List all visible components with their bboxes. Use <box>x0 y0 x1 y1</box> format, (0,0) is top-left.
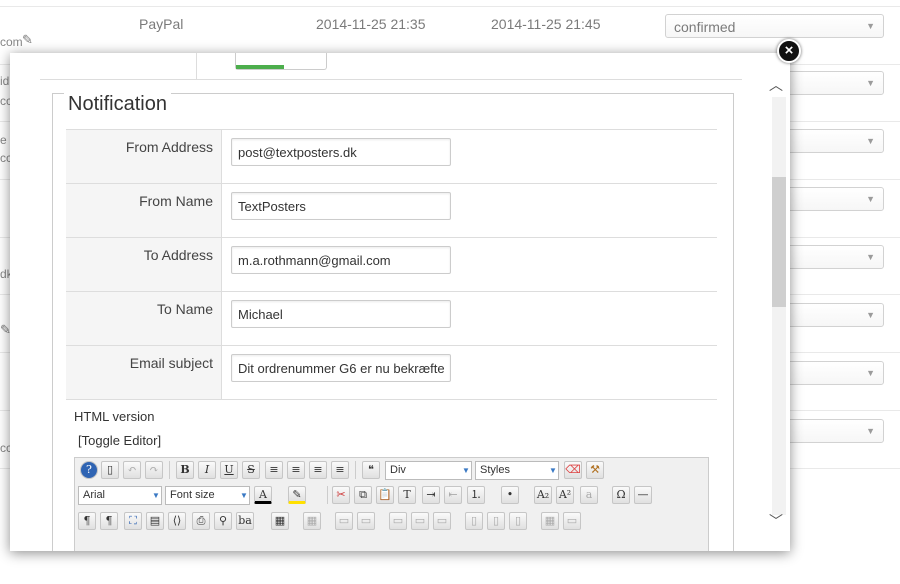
fullscreen-icon[interactable]: ⛶ <box>124 512 142 530</box>
print-icon[interactable]: ⎙ <box>192 512 210 530</box>
delete-table-icon[interactable]: ▦ <box>303 512 321 530</box>
paste-text-icon[interactable]: T <box>398 486 416 504</box>
strikethrough-icon[interactable]: S <box>242 461 260 479</box>
replace-icon[interactable]: ba <box>236 512 254 530</box>
modal-scrollbar[interactable]: ︿ ﹀ <box>761 53 790 551</box>
numbered-list-icon[interactable]: ⒈ <box>467 486 485 504</box>
to-address-label: To Address <box>66 238 222 292</box>
special-character-icon[interactable]: Ω <box>612 486 630 504</box>
text-color-icon[interactable]: A <box>254 486 272 504</box>
to-name-label: To Name <box>66 292 222 346</box>
styles-select[interactable]: Styles ▼ <box>475 461 559 480</box>
form-row-email-subject: Email subject <box>66 345 717 400</box>
from-address-label: From Address <box>66 130 222 184</box>
paste-icon[interactable]: 📋 <box>376 486 394 504</box>
horizontal-rule-icon[interactable]: — <box>634 486 652 504</box>
format-select[interactable]: Div ▼ <box>385 461 472 480</box>
outdent-icon[interactable]: ⇤ <box>444 486 462 504</box>
toggle-editor-link[interactable]: [Toggle Editor] <box>78 433 161 448</box>
form-row-to-name: To Name <box>66 291 717 346</box>
form-row-from-address: From Address <box>66 129 717 184</box>
cleanup-broom-icon[interactable]: ⚒ <box>586 461 604 479</box>
cut-icon[interactable]: ✂ <box>332 486 350 504</box>
modal-scroll-area: Notification From Address From Name To A… <box>10 53 760 551</box>
rich-text-editor: ? ▯ ↶ ↷ B I U S ≡ ≡ ≡ ≡ ❝ Div ▼ Styles ▼… <box>74 457 709 551</box>
delete-col-icon[interactable]: ▯ <box>509 512 527 530</box>
blockquote-icon[interactable]: ❝ <box>362 461 380 479</box>
undo-icon[interactable]: ↶ <box>123 461 141 479</box>
align-center-icon[interactable]: ≡ <box>287 461 305 479</box>
chevron-down-icon: ▼ <box>152 491 160 500</box>
format-select-value: Div <box>390 464 406 476</box>
scrollbar-thumb[interactable] <box>772 177 786 307</box>
superscript-icon[interactable]: A² <box>556 486 574 504</box>
table-cell-props-icon[interactable]: ▭ <box>357 512 375 530</box>
font-size-select[interactable]: Font size ▼ <box>165 486 250 505</box>
new-document-icon[interactable]: ▯ <box>101 461 119 479</box>
highlight-color-icon[interactable]: ✎ <box>288 486 306 504</box>
email-subject-label: Email subject <box>66 346 222 400</box>
email-subject-input[interactable] <box>231 354 451 382</box>
chevron-down-icon: ▼ <box>462 466 470 475</box>
indent-icon[interactable]: ⇥ <box>422 486 440 504</box>
align-left-icon[interactable]: ≡ <box>265 461 283 479</box>
underline-icon[interactable]: U <box>220 461 238 479</box>
from-name-label: From Name <box>66 184 222 238</box>
chevron-down-icon: ▼ <box>240 491 248 500</box>
chevron-down-icon[interactable]: ﹀ <box>769 511 783 531</box>
preview-icon[interactable]: ▤ <box>146 512 164 530</box>
font-family-select[interactable]: Arial ▼ <box>78 486 162 505</box>
chevron-down-icon: ▼ <box>549 466 557 475</box>
from-address-input[interactable] <box>231 138 451 166</box>
previous-row <box>40 53 742 80</box>
notification-modal: Notification From Address From Name To A… <box>10 53 790 551</box>
split-cells-icon[interactable]: ▦ <box>541 512 559 530</box>
form-row-to-address: To Address <box>66 237 717 292</box>
toggle-switch-on <box>236 65 284 69</box>
form-row-from-name: From Name <box>66 183 717 238</box>
bold-icon[interactable]: B <box>176 461 194 479</box>
styles-select-value: Styles <box>480 464 510 476</box>
align-justify-icon[interactable]: ≡ <box>331 461 349 479</box>
to-name-input[interactable] <box>231 300 451 328</box>
form-divider <box>66 399 717 400</box>
font-family-select-value: Arial <box>83 489 106 501</box>
previous-row-label-cell <box>40 53 197 79</box>
merge-cells-icon[interactable]: ▭ <box>563 512 581 530</box>
chevron-up-icon[interactable]: ︿ <box>769 75 783 95</box>
to-address-input[interactable] <box>231 246 451 274</box>
copy-icon[interactable]: ⧉ <box>354 486 372 504</box>
source-code-icon[interactable]: ⟨⟩ <box>168 512 186 530</box>
rtl-direction-icon[interactable]: ¶ <box>100 512 118 530</box>
find-icon[interactable]: ⚲ <box>214 512 232 530</box>
insert-col-after-icon[interactable]: ▯ <box>487 512 505 530</box>
help-icon[interactable]: ? <box>80 461 98 479</box>
ltr-direction-icon[interactable]: ¶ <box>78 512 96 530</box>
special-format-icon[interactable]: a <box>580 486 598 504</box>
html-version-label: HTML version <box>74 409 155 424</box>
table-row-props-icon[interactable]: ▭ <box>335 512 353 530</box>
from-name-input[interactable] <box>231 192 451 220</box>
toggle-switch[interactable] <box>235 53 327 70</box>
delete-row-icon[interactable]: ▭ <box>433 512 451 530</box>
redo-icon[interactable]: ↷ <box>145 461 163 479</box>
insert-col-before-icon[interactable]: ▯ <box>465 512 483 530</box>
insert-row-after-icon[interactable]: ▭ <box>411 512 429 530</box>
eraser-icon[interactable]: ⌫ <box>564 461 582 479</box>
insert-table-icon[interactable]: ▦ <box>271 512 289 530</box>
font-size-select-value: Font size <box>170 489 215 501</box>
subscript-icon[interactable]: A₂ <box>534 486 552 504</box>
insert-row-before-icon[interactable]: ▭ <box>389 512 407 530</box>
align-right-icon[interactable]: ≡ <box>309 461 327 479</box>
section-title: Notification <box>64 93 171 116</box>
close-icon[interactable]: × <box>777 39 801 63</box>
bullet-list-icon[interactable]: • <box>501 486 519 504</box>
italic-icon[interactable]: I <box>198 461 216 479</box>
